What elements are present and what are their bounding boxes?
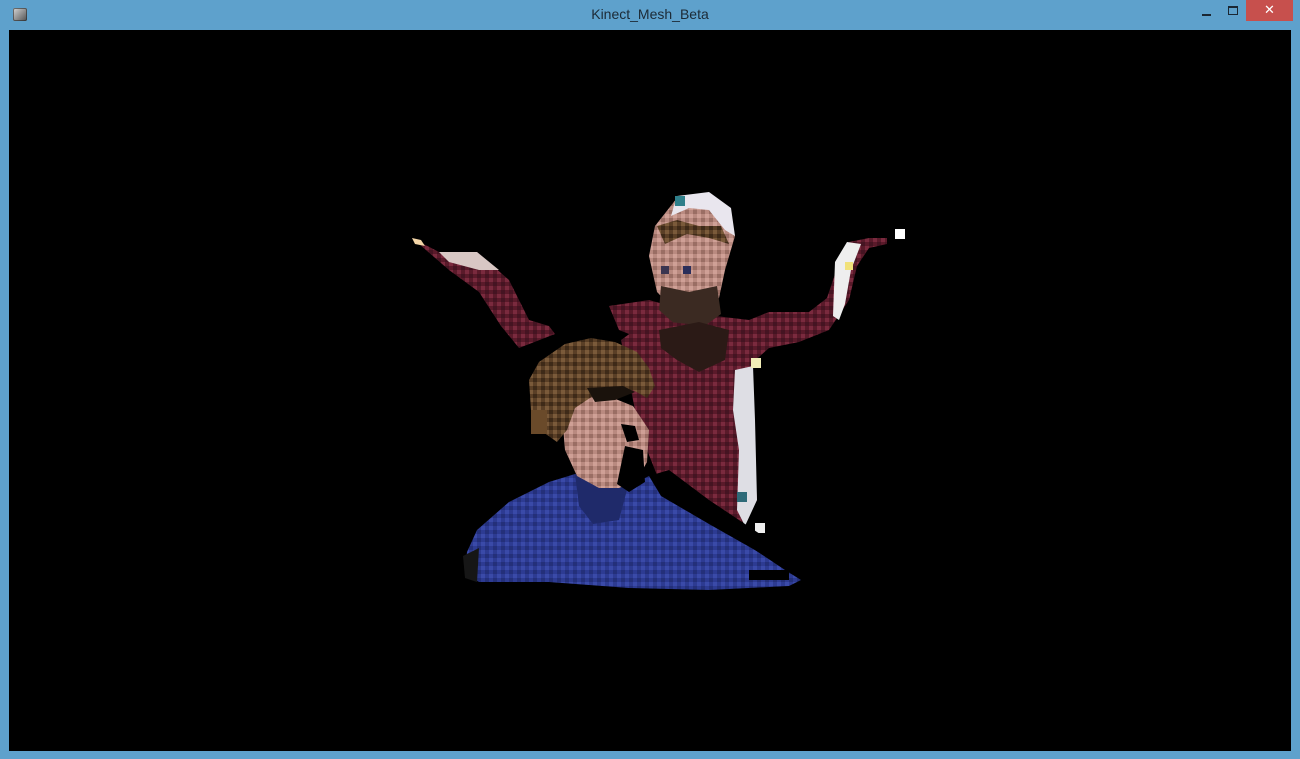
- close-icon: ✕: [1264, 3, 1275, 18]
- minimize-icon: [1201, 13, 1211, 16]
- maximize-icon: [1228, 6, 1238, 15]
- mesh-viewport[interactable]: [9, 30, 1291, 751]
- app-window: Kinect_Mesh_Beta ✕: [0, 0, 1300, 759]
- point-cloud-render: [412, 192, 905, 590]
- minimize-button[interactable]: [1193, 0, 1219, 21]
- maximize-button[interactable]: [1220, 0, 1246, 21]
- window-title: Kinect_Mesh_Beta: [591, 6, 709, 22]
- close-button[interactable]: ✕: [1246, 0, 1293, 21]
- title-bar[interactable]: Kinect_Mesh_Beta ✕: [0, 0, 1300, 30]
